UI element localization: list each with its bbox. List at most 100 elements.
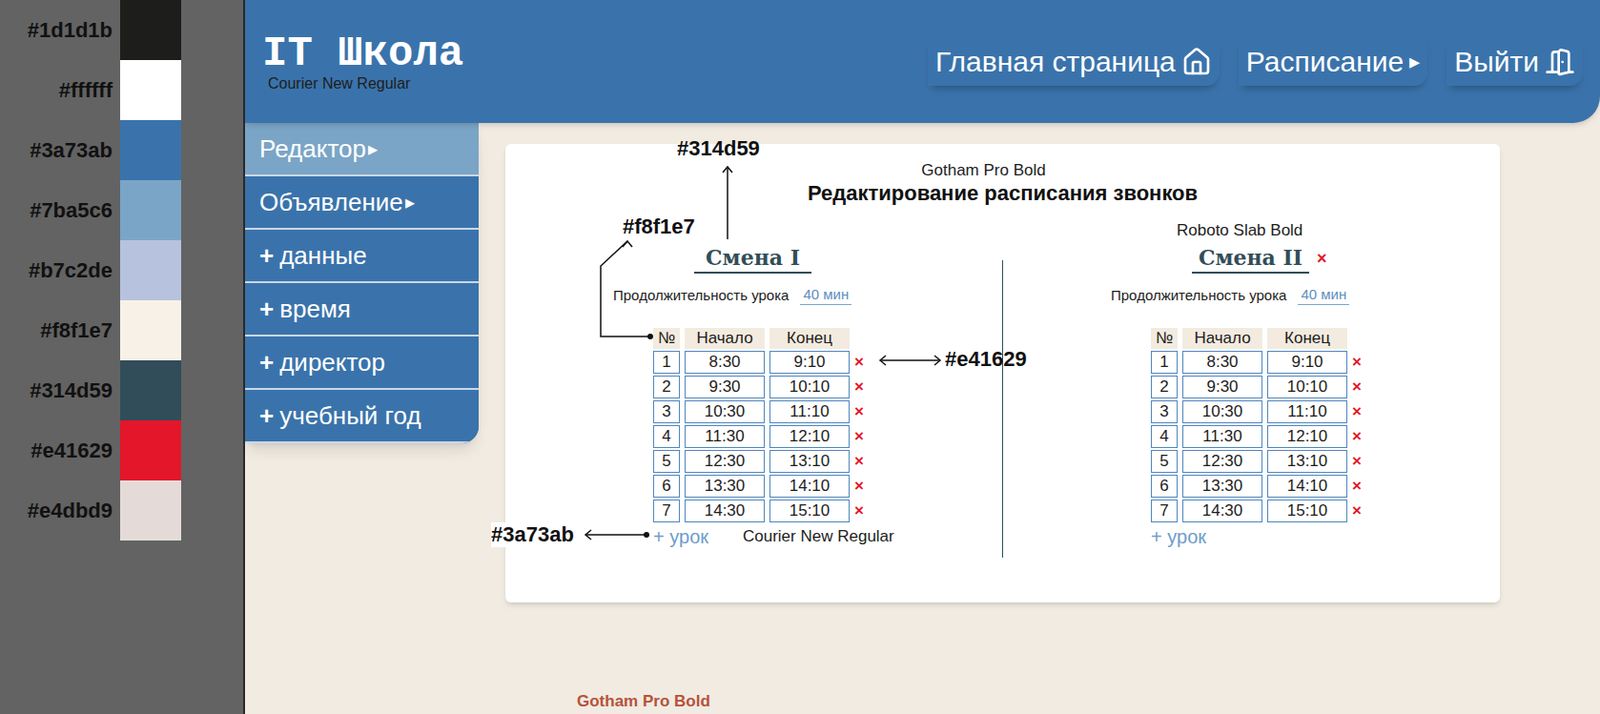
lesson-start[interactable]: 14:30	[1182, 499, 1263, 523]
palette-swatch	[120, 120, 182, 181]
lesson-end[interactable]: 10:10	[1267, 375, 1348, 399]
remove-lesson-button[interactable]: ×	[854, 450, 874, 473]
palette-label: #314d59	[0, 374, 121, 407]
arrow-icon	[877, 353, 943, 368]
lesson-end[interactable]: 9:10	[769, 350, 850, 374]
schedule-card: Gotham Pro BoldРедактирование расписания…	[505, 143, 1500, 603]
lesson-start[interactable]: 10:30	[1182, 400, 1263, 424]
lesson-number: 5	[1150, 450, 1178, 473]
lesson-number: 7	[653, 499, 680, 523]
nav-item[interactable]: Главная страница	[927, 38, 1220, 86]
lesson-start[interactable]: 9:30	[1182, 375, 1263, 399]
sidebar-item[interactable]: +учебный год	[245, 389, 479, 444]
remove-lesson-button[interactable]: ×	[1352, 375, 1372, 399]
arrow-icon	[594, 239, 657, 345]
remove-lesson-button[interactable]: ×	[1352, 425, 1372, 449]
logo[interactable]: IT ШколаCourier New Regular	[262, 31, 464, 93]
lesson-end[interactable]: 13:10	[1267, 450, 1348, 473]
lesson-start[interactable]: 11:30	[684, 425, 765, 449]
sidebar-item[interactable]: Объявление▸	[245, 176, 479, 230]
palette-row: #1d1d1b	[0, 0, 244, 61]
duration-input[interactable]: 40 мин	[1297, 285, 1350, 306]
divider	[1002, 260, 1004, 558]
sidebar-item[interactable]: +директор	[245, 336, 479, 390]
remove-lesson-button[interactable]: ×	[854, 499, 874, 523]
arrow-icon: ▸	[405, 186, 415, 218]
palette-swatch	[120, 240, 182, 301]
remove-lesson-button[interactable]: ×	[1352, 400, 1372, 424]
lesson-start[interactable]: 12:30	[1182, 450, 1263, 473]
arrow-icon: ▸	[1409, 43, 1420, 81]
shift-title[interactable]: Смена II	[1191, 243, 1310, 274]
annotation: #314d59	[676, 136, 760, 162]
palette-label: #ffffff	[0, 74, 121, 106]
lesson-end[interactable]: 10:10	[769, 375, 850, 399]
font-note: Roboto Slab Bold	[1176, 220, 1303, 242]
lesson-start[interactable]: 13:30	[1182, 474, 1263, 498]
lesson-start[interactable]: 8:30	[1182, 350, 1263, 374]
remove-lesson-button[interactable]: ×	[854, 425, 874, 449]
lesson-number: 3	[1150, 400, 1178, 424]
shift-column: Смена IПродолжительность урока40 мин№Нач…	[505, 220, 1003, 558]
palette-row: #f8f1e7	[0, 300, 244, 361]
duration-input[interactable]: 40 мин	[800, 285, 852, 306]
lesson-start[interactable]: 12:30	[684, 450, 765, 473]
lesson-end[interactable]: 11:10	[1267, 400, 1348, 424]
nav-item[interactable]: Расписание▸	[1238, 38, 1428, 86]
main: IT ШколаCourier New Regular Главная стран…	[245, 0, 1600, 714]
sidebar: Редактор▸Объявление▸+данные+время+директ…	[245, 123, 479, 444]
remove-lesson-button[interactable]: ×	[854, 350, 874, 374]
palette-swatch	[120, 60, 182, 121]
lesson-end[interactable]: 13:10	[769, 450, 850, 473]
shift-title[interactable]: Смена I	[694, 243, 812, 274]
palette-swatch	[120, 360, 182, 421]
lesson-end[interactable]: 12:10	[1267, 425, 1348, 449]
remove-lesson-button[interactable]: ×	[1352, 474, 1372, 498]
lesson-number: 4	[1150, 425, 1178, 449]
nav-item[interactable]: Выйти	[1446, 38, 1583, 86]
lesson-start[interactable]: 14:30	[684, 499, 765, 523]
add-lesson-button[interactable]: + урок	[1150, 524, 1207, 550]
palette-row: #3a73ab	[0, 120, 244, 181]
lesson-start[interactable]: 8:30	[684, 350, 765, 374]
lesson-end[interactable]: 11:10	[769, 400, 850, 424]
palette-row: #7ba5c6	[0, 180, 244, 241]
sidebar-item[interactable]: +данные	[245, 229, 479, 284]
lesson-number: 2	[1150, 375, 1178, 399]
lesson-start[interactable]: 9:30	[684, 375, 765, 399]
remove-lesson-button[interactable]: ×	[854, 375, 874, 399]
exit-icon	[1544, 46, 1576, 78]
sidebar-item[interactable]: Редактор▸	[245, 123, 479, 177]
lesson-start[interactable]: 11:30	[1182, 425, 1263, 449]
duration-row: Продолжительность урока 40 мин	[1110, 285, 1350, 306]
annotation: #3a73ab	[491, 522, 575, 548]
remove-lesson-button[interactable]: ×	[854, 400, 874, 424]
remove-lesson-button[interactable]: ×	[1352, 350, 1372, 374]
lesson-number: 7	[1150, 499, 1178, 523]
lesson-end[interactable]: 15:10	[769, 499, 850, 523]
sidebar-item[interactable]: +время	[245, 283, 479, 337]
lesson-end[interactable]: 14:10	[1267, 474, 1348, 498]
remove-lesson-button[interactable]: ×	[854, 474, 874, 498]
lesson-number: 1	[653, 350, 680, 374]
add-lesson-button[interactable]: + урок	[653, 524, 709, 550]
lesson-number: 4	[653, 425, 680, 449]
lesson-start[interactable]: 10:30	[684, 400, 765, 424]
annotation: Courier New Regular	[742, 526, 895, 548]
lesson-end[interactable]: 15:10	[1267, 499, 1348, 523]
lesson-number: 1	[1150, 350, 1178, 374]
lesson-end[interactable]: 9:10	[1267, 350, 1348, 374]
duration-label: Продолжительность урока	[1110, 286, 1287, 306]
table-header: Начало	[684, 328, 765, 349]
table-header: Конец	[1267, 328, 1348, 349]
remove-lesson-button[interactable]: ×	[1352, 499, 1372, 523]
palette-label: #1d1d1b	[0, 14, 121, 46]
palette-row: #314d59	[0, 360, 244, 421]
arrow-icon	[721, 164, 734, 240]
lesson-end[interactable]: 14:10	[769, 474, 850, 498]
remove-shift-button[interactable]: ×	[1316, 249, 1328, 267]
lesson-start[interactable]: 13:30	[684, 474, 765, 498]
lesson-end[interactable]: 12:10	[769, 425, 850, 449]
table-header: №	[1150, 328, 1178, 349]
remove-lesson-button[interactable]: ×	[1352, 450, 1372, 473]
